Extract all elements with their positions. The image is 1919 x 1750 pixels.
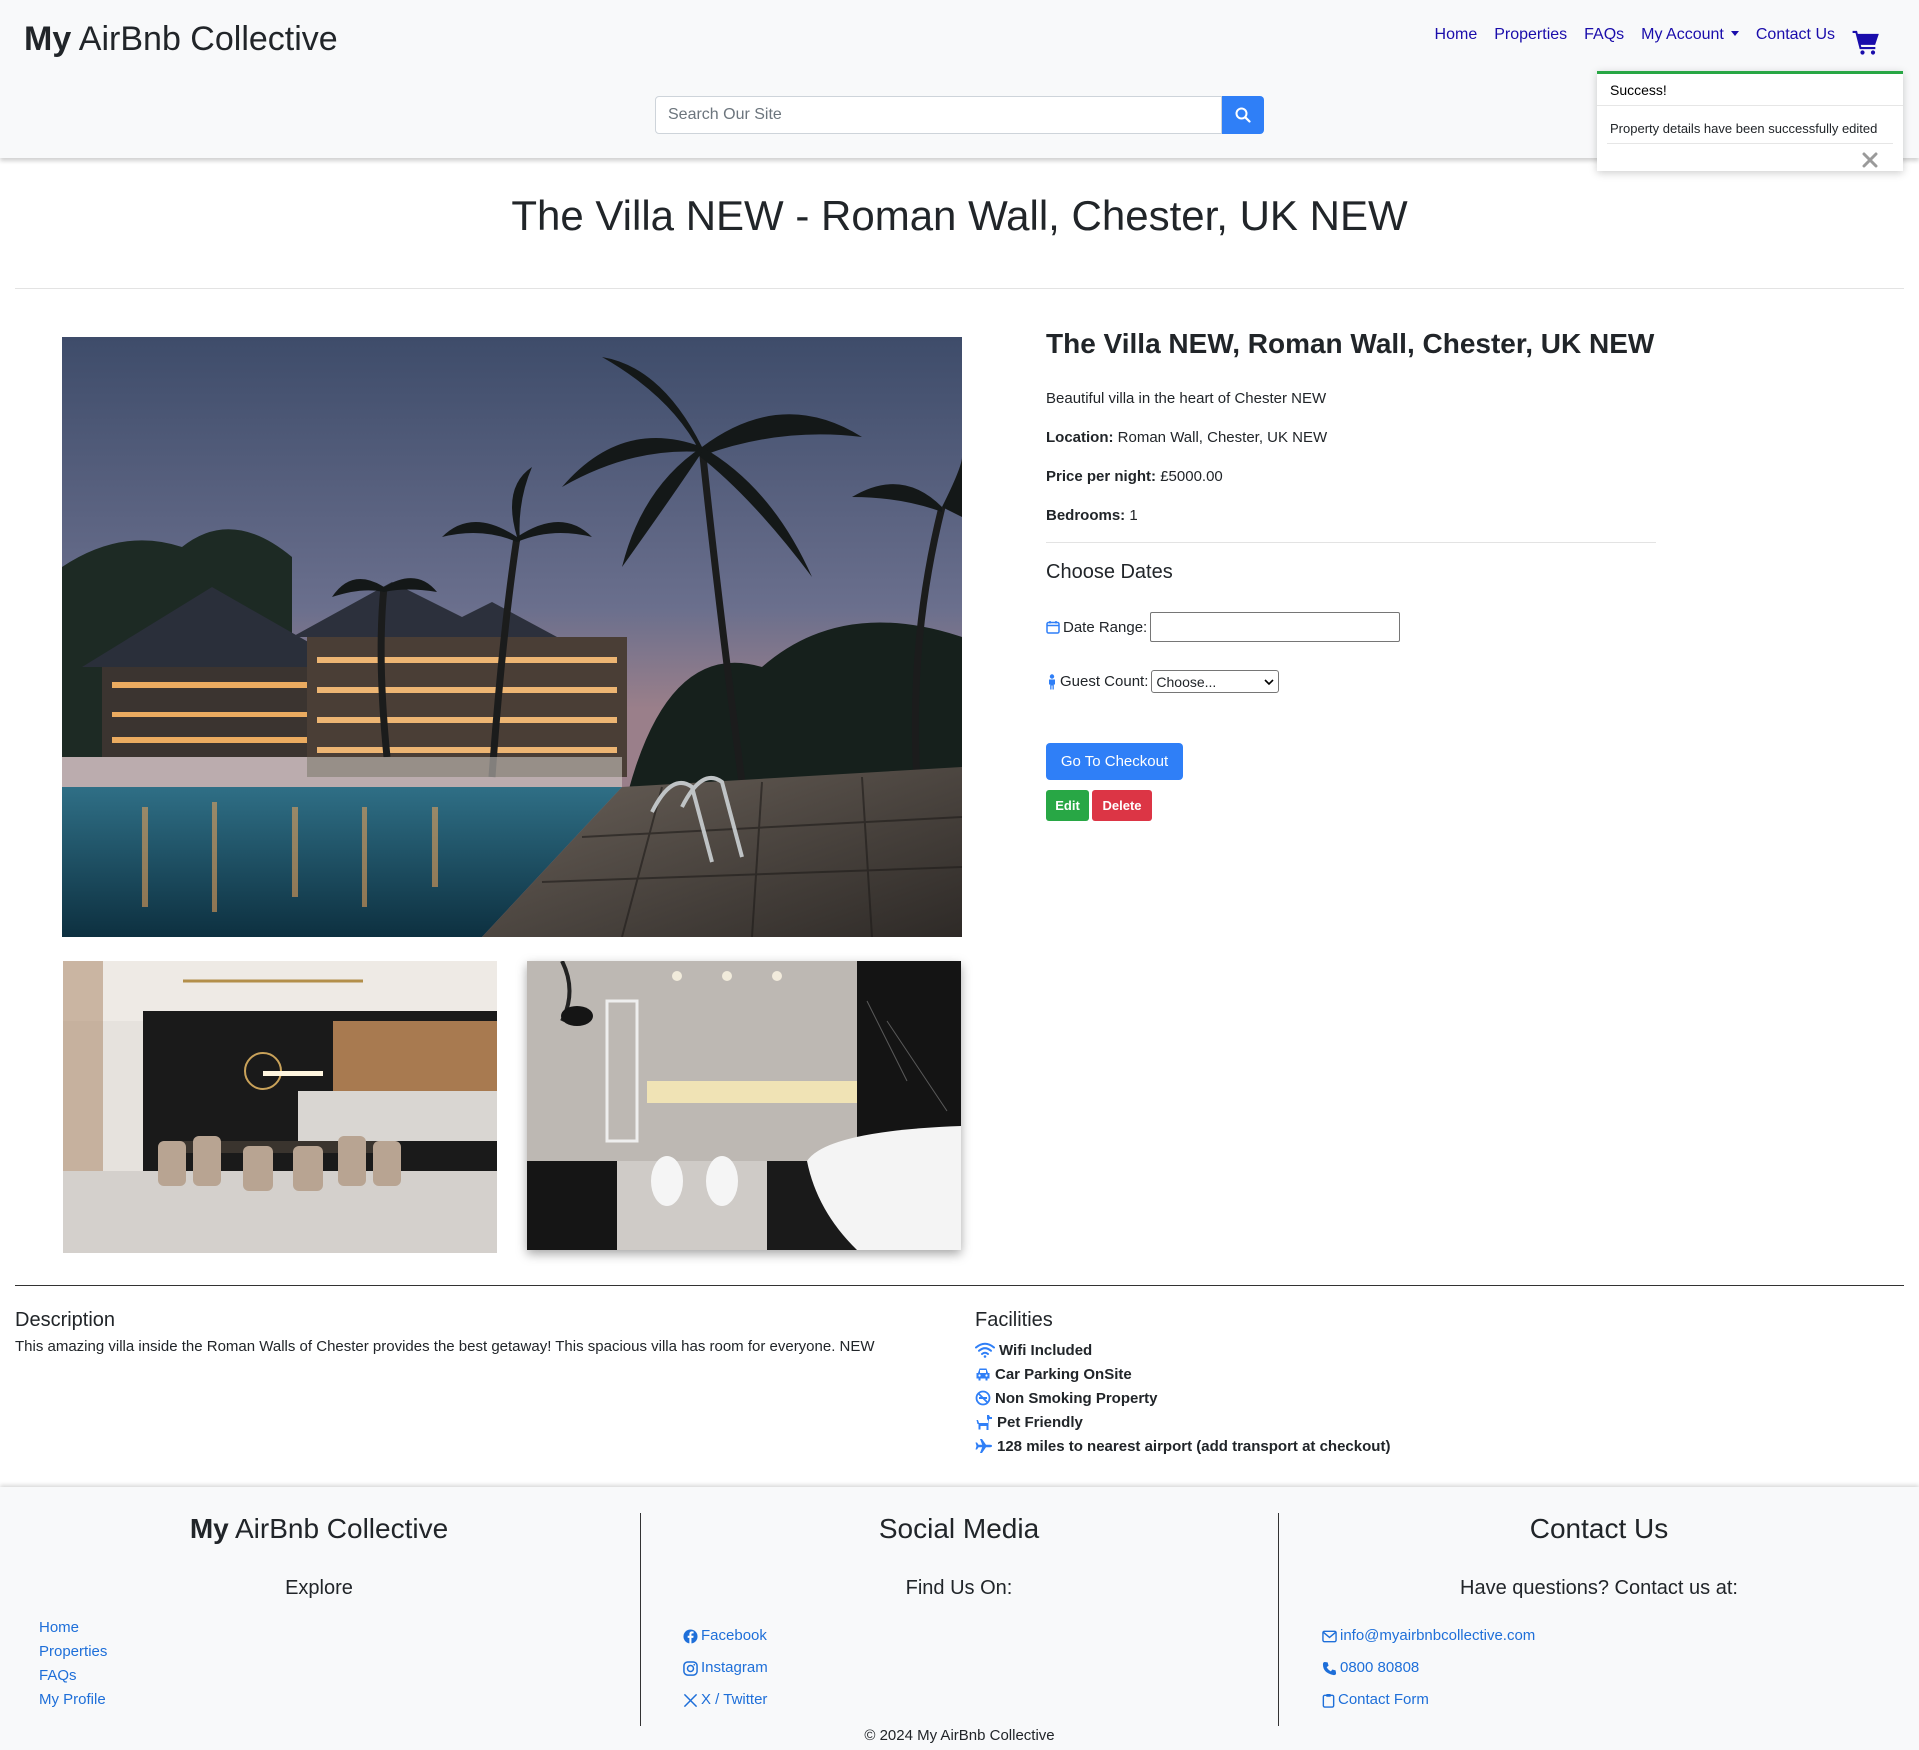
car-icon (976, 1368, 990, 1381)
brand-logo[interactable]: My AirBnb Collective (24, 20, 338, 59)
property-main-image (62, 337, 962, 937)
footer-link-home[interactable]: Home (39, 1616, 107, 1640)
choose-dates-heading: Choose Dates (1046, 561, 1173, 583)
divider (15, 288, 1904, 289)
search-input[interactable] (655, 96, 1222, 134)
footer-link-my-profile[interactable]: My Profile (39, 1688, 107, 1712)
nav-faqs[interactable]: FAQs (1584, 26, 1624, 44)
facilities-heading: Facilities (975, 1309, 1053, 1331)
property-thumbnail-bathroom[interactable] (527, 961, 961, 1250)
guest-count-label: Guest Count: (1060, 673, 1149, 690)
footer-contact-column: Contact Us Have questions? Contact us at… (1280, 1513, 1918, 1600)
social-links: Facebook Instagram X / Twitter (683, 1620, 768, 1716)
toast-message: Property details have been successfully … (1610, 121, 1878, 136)
explore-links: Home Properties FAQs My Profile (39, 1616, 107, 1712)
date-range-label: Date Range: (1063, 618, 1148, 636)
close-icon[interactable] (1862, 152, 1878, 168)
search-icon (1235, 107, 1251, 123)
page-title: The Villa NEW - Roman Wall, Chester, UK … (511, 192, 1408, 239)
guest-count-row: Guest Count: Choose... (1046, 670, 1656, 693)
dog-icon (976, 1415, 992, 1430)
footer-brand: My AirBnb Collective (189, 1513, 449, 1544)
property-location: Location: Roman Wall, Chester, UK NEW (1046, 429, 1328, 446)
facility-item: Car Parking OnSite (975, 1362, 1675, 1386)
nav-my-account-dropdown[interactable]: My Account (1641, 26, 1739, 44)
facility-item: Pet Friendly (975, 1410, 1675, 1434)
plane-icon (975, 1439, 992, 1453)
instagram-link[interactable]: Instagram (683, 1652, 768, 1684)
contact-sub-heading: Have questions? Contact us at: (1460, 1577, 1738, 1599)
main-nav: Home Properties FAQs My Account Contact … (1435, 26, 1835, 44)
date-range-input[interactable] (1150, 612, 1401, 642)
cart-icon[interactable] (1852, 28, 1880, 56)
footer-divider (1278, 1513, 1279, 1726)
delete-button[interactable]: Delete (1092, 790, 1152, 821)
contact-links: info@myairbnbcollective.com 0800 80808 C… (1322, 1620, 1535, 1716)
chevron-down-icon (1264, 678, 1274, 685)
facility-item: Non Smoking Property (975, 1386, 1675, 1410)
property-details: The Villa NEW, Roman Wall, Chester, UK N… (1046, 328, 1656, 821)
footer-social-column: Social Media Find Us On: (640, 1513, 1278, 1600)
facility-item: 128 miles to nearest airport (add transp… (975, 1434, 1675, 1458)
facebook-link[interactable]: Facebook (683, 1620, 768, 1652)
guest-count-select[interactable]: Choose... (1151, 670, 1280, 693)
property-thumbnail-dining[interactable] (63, 961, 497, 1253)
twitter-link[interactable]: X / Twitter (683, 1684, 768, 1716)
search-button[interactable] (1222, 96, 1264, 134)
contact-form-link[interactable]: Contact Form (1322, 1684, 1535, 1716)
property-bedrooms: Bedrooms: 1 (1046, 507, 1138, 524)
copyright: © 2024 My AirBnb Collective (864, 1727, 1055, 1744)
find-us-heading: Find Us On: (905, 1577, 1013, 1599)
no-smoking-icon (975, 1390, 991, 1406)
property-title: The Villa NEW, Roman Wall, Chester, UK N… (1046, 328, 1655, 359)
footer-link-faqs[interactable]: FAQs (39, 1664, 107, 1688)
facebook-icon (683, 1628, 698, 1644)
description-heading: Description (15, 1309, 116, 1331)
envelope-icon (1322, 1630, 1337, 1642)
property-short-description: Beautiful villa in the heart of Chester … (1046, 390, 1327, 407)
footer-brand-column: My AirBnb Collective Explore (0, 1513, 638, 1600)
divider (15, 1285, 1904, 1286)
contact-us-heading: Contact Us (1529, 1513, 1669, 1544)
nav-properties[interactable]: Properties (1494, 26, 1567, 44)
search-bar (655, 96, 1264, 134)
site-footer: My AirBnb Collective Explore Home Proper… (0, 1487, 1919, 1750)
person-icon (1049, 673, 1055, 689)
success-toast: Success! Property details have been succ… (1597, 71, 1903, 171)
description-text: This amazing villa inside the Roman Wall… (15, 1338, 875, 1355)
toast-title: Success! (1610, 82, 1667, 98)
facilities-section: Facilities Wifi Included Car Parking OnS… (975, 1309, 1675, 1458)
x-twitter-icon (683, 1693, 698, 1707)
edit-button[interactable]: Edit (1046, 790, 1089, 821)
go-to-checkout-button[interactable]: Go To Checkout (1046, 743, 1183, 780)
clipboard-icon (1322, 1693, 1335, 1708)
nav-contact-us[interactable]: Contact Us (1756, 26, 1835, 44)
email-link[interactable]: info@myairbnbcollective.com (1322, 1620, 1535, 1652)
instagram-icon (683, 1660, 698, 1676)
calendar-icon (1046, 621, 1060, 634)
phone-icon (1322, 1661, 1337, 1675)
date-range-row: Date Range: (1046, 612, 1656, 642)
nav-home[interactable]: Home (1435, 26, 1478, 44)
explore-heading: Explore (285, 1577, 353, 1599)
property-price: Price per night: £5000.00 (1046, 468, 1223, 485)
footer-link-properties[interactable]: Properties (39, 1640, 107, 1664)
social-media-heading: Social Media (878, 1513, 1040, 1544)
description-section: Description This amazing villa inside th… (15, 1309, 935, 1355)
facility-item: Wifi Included (975, 1338, 1675, 1362)
phone-link[interactable]: 0800 80808 (1322, 1652, 1535, 1684)
wifi-icon (975, 1342, 995, 1358)
